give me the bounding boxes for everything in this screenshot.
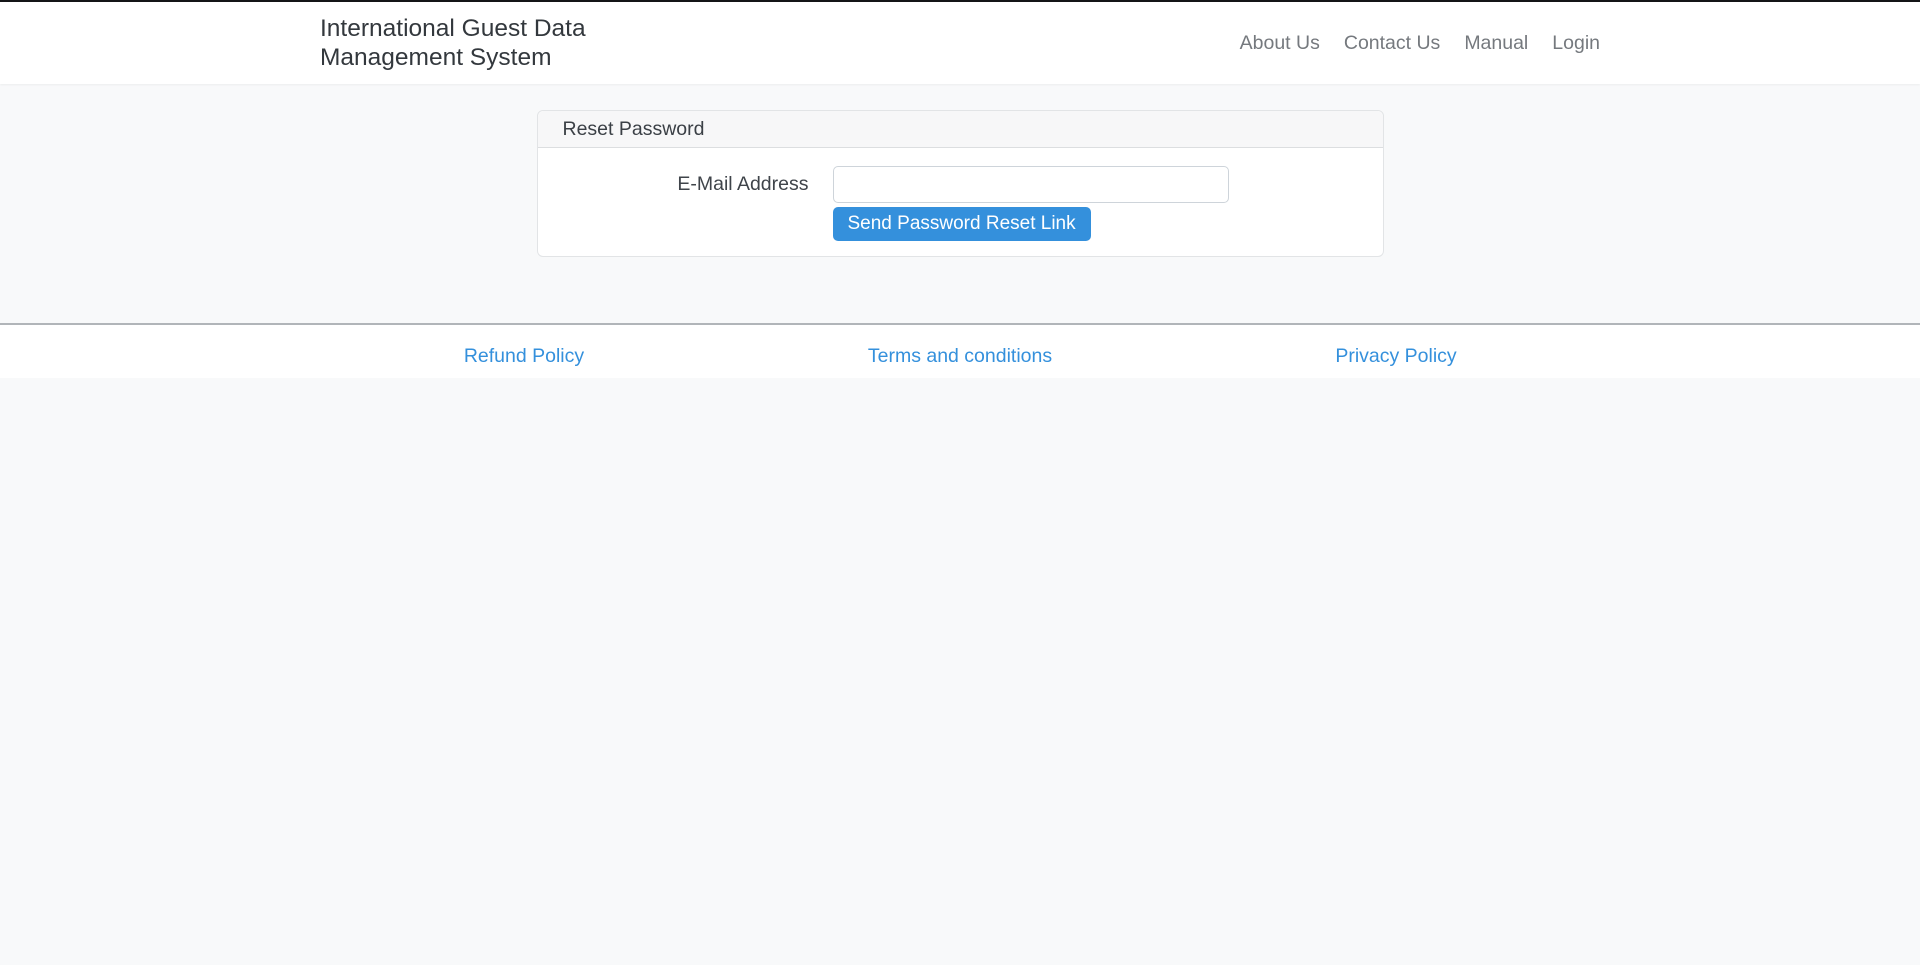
nav-item-login[interactable]: Login (1540, 32, 1600, 55)
page-footer: Refund Policy Terms and conditions Priva… (0, 323, 1920, 378)
email-form-row: E-Mail Address (562, 166, 1359, 203)
send-password-reset-link-button[interactable]: Send Password Reset Link (832, 207, 1091, 241)
brand-line-1: International Guest Data (320, 15, 586, 42)
card-title: Reset Password (562, 117, 705, 140)
nav-links: About Us Contact Us Manual Login (1228, 32, 1600, 55)
brand-line-2: Management System (320, 44, 552, 71)
privacy-policy-link[interactable]: Privacy Policy (1335, 345, 1456, 367)
main-content: Reset Password E-Mail Address Send Passw… (0, 110, 1920, 323)
email-input[interactable] (832, 166, 1229, 203)
nav-item-about-us[interactable]: About Us (1228, 32, 1332, 55)
footer-col-terms: Terms and conditions (742, 325, 1178, 368)
footer-col-refund: Refund Policy (306, 325, 742, 368)
refund-policy-link[interactable]: Refund Policy (464, 345, 584, 367)
footer-col-privacy: Privacy Policy (1178, 325, 1614, 368)
card-body: E-Mail Address Send Password Reset Link (538, 148, 1383, 256)
brand-link[interactable]: International Guest Data Management Syst… (320, 14, 586, 72)
nav-item-contact-us[interactable]: Contact Us (1332, 32, 1452, 55)
nav-item-manual[interactable]: Manual (1452, 32, 1540, 55)
footer-container: Refund Policy Terms and conditions Priva… (306, 325, 1614, 368)
card-header: Reset Password (537, 111, 1383, 148)
reset-password-card: Reset Password E-Mail Address Send Passw… (536, 110, 1384, 257)
navbar: International Guest Data Management Syst… (0, 2, 1920, 84)
email-label: E-Mail Address (677, 173, 809, 195)
submit-row: Send Password Reset Link (562, 207, 1359, 241)
navbar-container: International Guest Data Management Syst… (320, 2, 1600, 84)
terms-and-conditions-link[interactable]: Terms and conditions (868, 345, 1052, 367)
